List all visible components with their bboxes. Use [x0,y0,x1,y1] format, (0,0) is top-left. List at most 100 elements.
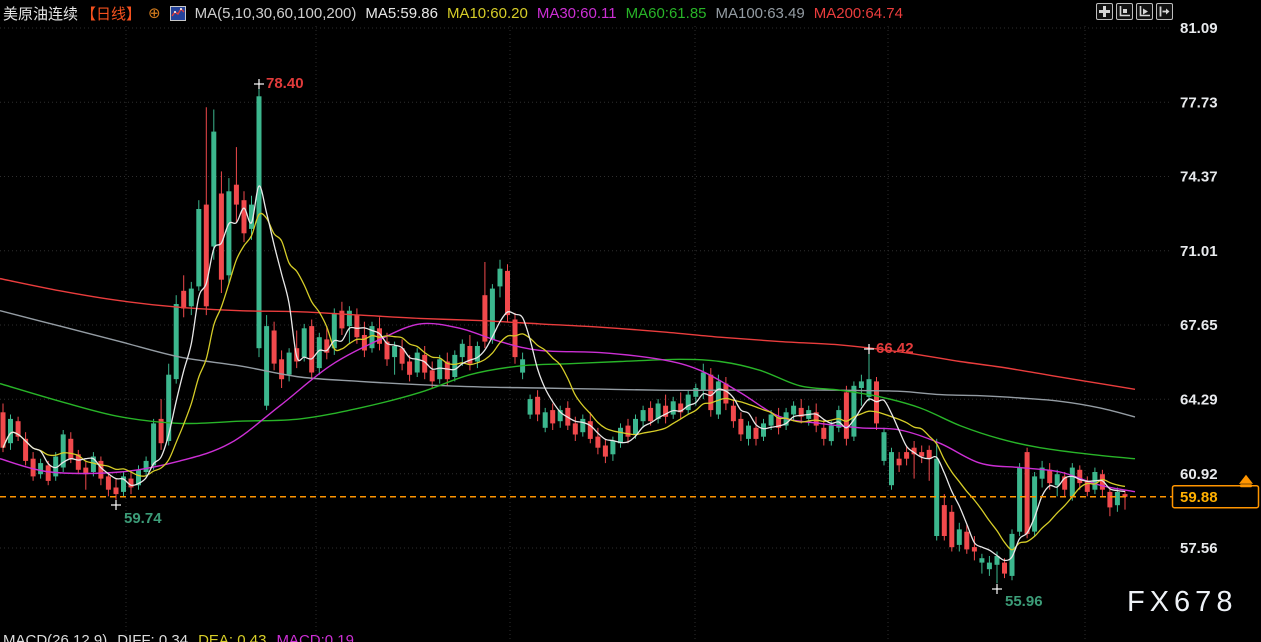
ma-line-ma200 [0,279,1135,390]
candlestick-chart-canvas[interactable]: 78.4059.7466.4255.9681.0977.7374.3771.01… [0,0,1261,642]
candle-body [942,505,947,536]
candle-body [957,529,962,545]
price-extreme-label: 59.74 [124,510,162,527]
candle-body [181,291,186,309]
ma100-value: MA100:63.49 [716,5,805,22]
ma-parameters-label: MA(5,10,30,60,100,200) [195,5,357,22]
candle-body [904,452,909,459]
pan-icon[interactable] [1096,3,1113,20]
candle-body [68,439,73,459]
candle-body [166,375,171,441]
price-axis-label[interactable]: 71.01 [1180,243,1218,260]
axis-play-icon[interactable] [1136,3,1153,20]
candle-body [46,465,51,481]
candle-body [505,271,510,315]
indicator-settings-icon[interactable]: ⊕ [148,6,161,21]
candle-body [106,476,111,489]
candle-body [821,428,826,439]
candle-body [151,423,156,465]
candle-body [716,381,721,414]
candle-body [114,488,119,495]
candle-body [949,512,954,547]
page-forward-icon[interactable] [1156,3,1173,20]
candle-body [1070,468,1075,497]
candle-body [723,384,728,404]
candle-body [219,194,224,280]
candle-body [452,355,457,377]
trading-chart-window: 78.4059.7466.4255.9681.0977.7374.3771.01… [0,0,1261,642]
candle-body [882,432,887,461]
candle-body [746,426,751,439]
candle-body [573,423,578,434]
axis-scale-icon[interactable] [1116,3,1133,20]
candle-body [272,331,277,364]
candle-body [791,406,796,415]
price-axis-label[interactable]: 64.29 [1180,391,1218,408]
price-up-arrow-icon [1239,475,1253,484]
candle-body [287,353,292,375]
candle-body [972,547,977,551]
candle-body [738,419,743,435]
price-axis-label[interactable]: 77.73 [1180,94,1218,111]
candle-body [550,410,555,423]
ma10-value: MA10:60.20 [447,5,528,22]
candle-body [987,563,992,570]
price-axis-label[interactable]: 67.65 [1180,317,1218,334]
ma-line-ma10 [3,213,1125,549]
candle-body [543,412,548,428]
candle-body [641,410,646,421]
candle-body [610,441,615,454]
candle-body [174,304,179,379]
candle-body [498,269,503,287]
chart-header: 美原油连续 【日线】 ⊕ MA(5,10,30,60,100,200) MA5:… [0,0,1261,26]
candle-body [513,320,518,358]
candle-body [618,428,623,444]
candle-body [829,426,834,442]
macd-indicator-row: MACD(26,12,9)DIFF: 0.34DEA: 0.43MACD:0.1… [3,632,364,642]
ma60-value: MA60:61.85 [626,5,707,22]
candle-body [1115,492,1120,505]
candle-body [1025,452,1030,534]
candle-body [731,406,736,422]
candle-body [460,344,465,357]
price-extreme-label: 66.42 [876,340,914,357]
candle-body [129,479,134,488]
ma30-value: MA30:60.11 [537,5,617,22]
price-axis-label[interactable]: 57.56 [1180,540,1218,557]
candle-body [264,326,269,406]
price-axis-label[interactable]: 74.37 [1180,169,1218,186]
candle-body [603,446,608,457]
candle-body [38,463,43,474]
symbol-name: 美原油连续 [3,3,78,24]
candle-body [1032,476,1037,531]
candle-body [1085,481,1090,492]
candle-body [1077,470,1082,483]
period-label[interactable]: 【日线】 [81,3,141,24]
candle-body [927,450,932,459]
candle-body [1107,492,1112,508]
candle-body [279,359,284,379]
candle-body [693,388,698,397]
candle-body [859,381,864,388]
ma5-value: MA5:59.86 [365,5,438,22]
candle-body [769,415,774,426]
candle-body [242,200,247,233]
kline-chart-icon[interactable] [170,6,186,21]
candle-body [204,205,209,307]
candle-body [226,191,231,275]
candle-body [490,289,495,340]
candle-body [31,459,36,477]
candle-body [686,395,691,411]
fx678-watermark: FX678 [1127,586,1237,619]
candle-body [475,346,480,362]
price-axis-label[interactable]: 60.92 [1180,466,1218,483]
candle-body [347,311,352,327]
candle-body [482,295,487,341]
candle-body [8,419,13,443]
candle-body [302,328,307,357]
candle-body [354,315,359,337]
candle-body [761,423,766,436]
macd-param-label: MACD(26,12,9) [3,632,107,642]
ma-line-ma5 [3,186,1125,561]
candle-body [964,532,969,550]
